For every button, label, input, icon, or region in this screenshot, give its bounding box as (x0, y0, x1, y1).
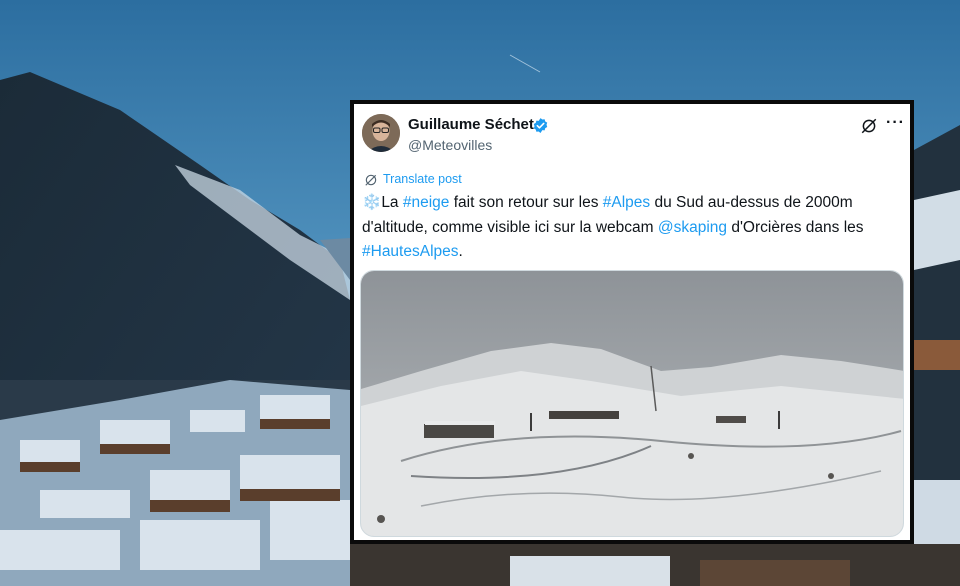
tweet-text: ❄️La #neige fait son retour sur les #Alp… (362, 191, 907, 265)
author-handle[interactable]: @Meteovilles (408, 137, 492, 153)
hashtag-hautesalpes[interactable]: #HautesAlpes (362, 243, 459, 260)
tweet-text-part: La (381, 194, 403, 211)
hashtag-alpes[interactable]: #Alpes (603, 194, 650, 211)
mention-skaping[interactable]: @skaping (658, 219, 727, 236)
translate-post-label[interactable]: Translate post (383, 172, 462, 186)
tweet-card[interactable]: Guillaume Séchet @Meteovilles ··· Transl… (350, 100, 914, 544)
hashtag-neige[interactable]: #neige (403, 194, 450, 211)
tweet-text-part: fait son retour sur les (449, 194, 603, 211)
more-options-icon[interactable]: ··· (886, 114, 905, 132)
tweet-text-part: . (458, 243, 463, 260)
tweet-text-part: d'Orcières dans les (727, 218, 864, 236)
verified-badge-icon (533, 118, 548, 133)
translate-icon (365, 174, 377, 186)
author-name[interactable]: Guillaume Séchet (408, 116, 534, 133)
author-avatar[interactable] (362, 114, 400, 152)
tweet-media-image[interactable] (360, 270, 904, 537)
grok-icon[interactable] (860, 117, 878, 135)
snowflake-emoji: ❄️ (362, 194, 382, 211)
snowy-ski-station-photo (361, 271, 903, 536)
